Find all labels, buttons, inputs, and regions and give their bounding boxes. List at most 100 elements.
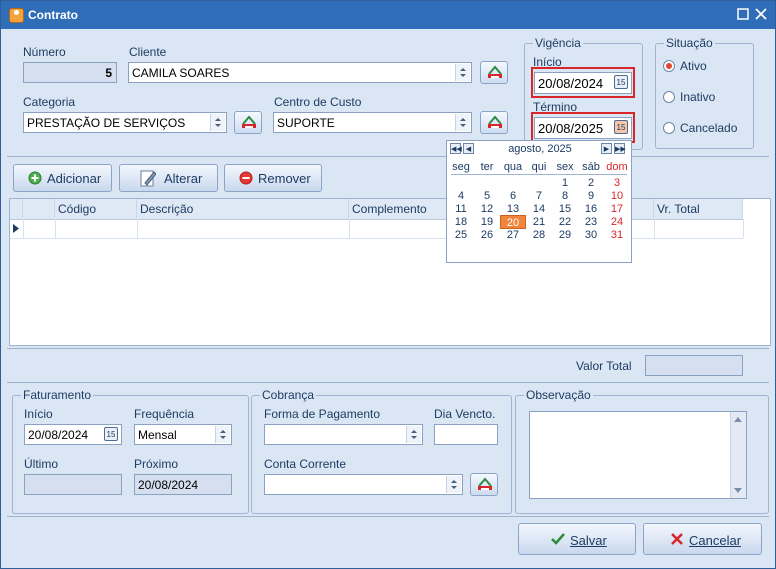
calendar-day[interactable]: 27 [500, 228, 526, 242]
radio-cancelado[interactable] [663, 122, 675, 134]
calendar-day[interactable]: 16 [578, 202, 604, 216]
col-codigo[interactable]: Código [55, 199, 137, 218]
calendar-day[interactable]: 29 [552, 228, 578, 242]
vigencia-termino-field[interactable]: 20/08/2025 15 [534, 117, 632, 139]
calendar-day[interactable]: 1 [552, 176, 578, 190]
spin-icon[interactable] [446, 476, 461, 493]
calendar-day[interactable]: 23 [578, 215, 604, 229]
lookup-icon [488, 115, 502, 128]
cliente-value: CAMILA SOARES [132, 66, 230, 80]
valor-total-label: Valor Total [576, 359, 632, 373]
observacao-memo[interactable] [529, 411, 747, 499]
calendar-day[interactable]: 13 [500, 202, 526, 216]
calendar-icon[interactable]: 15 [614, 120, 628, 134]
calendar-divider [451, 174, 627, 175]
conta-corrente-label: Conta Corrente [264, 457, 347, 471]
calendar-day[interactable]: 12 [474, 202, 500, 216]
calendar-day[interactable]: 19 [474, 215, 500, 229]
dia-vencto-field[interactable] [434, 424, 498, 445]
observacao-title: Observação [524, 388, 593, 402]
spin-icon[interactable] [455, 114, 470, 131]
fat-inicio-label: Início [24, 407, 53, 421]
calendar-day[interactable]: 8 [552, 189, 578, 203]
calendar-day[interactable]: 11 [448, 202, 474, 216]
calendar-day[interactable]: 31 [604, 228, 630, 242]
col-vr-total[interactable]: Vr. Total [654, 199, 743, 218]
calendar-day[interactable]: 7 [526, 189, 552, 203]
remover-label: Remover [258, 171, 311, 186]
fat-inicio-field[interactable]: 20/08/2024 15 [24, 424, 122, 445]
cliente-combo[interactable]: CAMILA SOARES [128, 62, 472, 83]
frequencia-combo[interactable]: Mensal [134, 424, 232, 445]
salvar-button[interactable]: Salvar [518, 523, 636, 555]
calendar-icon[interactable]: 15 [614, 75, 628, 89]
adicionar-label: Adicionar [47, 171, 102, 186]
valor-total-field [645, 355, 743, 376]
radio-ativo[interactable] [663, 60, 675, 72]
next-year-icon[interactable]: ▶▶ [614, 143, 626, 154]
calendar-day[interactable]: 26 [474, 228, 500, 242]
col-descricao[interactable]: Descrição [137, 199, 349, 218]
grid-header-blank [23, 199, 55, 218]
divider [7, 516, 769, 517]
calendar-day[interactable]: 15 [552, 202, 578, 216]
calendar-day[interactable]: 6 [500, 189, 526, 203]
check-icon [551, 533, 565, 545]
scroll-up-icon[interactable] [734, 417, 742, 422]
conta-corrente-lookup-button[interactable] [470, 473, 498, 496]
centro-custo-lookup-button[interactable] [480, 111, 508, 134]
radio-ativo-label[interactable]: Ativo [680, 59, 707, 73]
calendar-day[interactable]: 3 [604, 176, 630, 190]
calendar-day[interactable]: 4 [448, 189, 474, 203]
spin-icon[interactable] [455, 64, 470, 81]
add-icon [28, 171, 42, 185]
scroll-down-icon[interactable] [734, 488, 742, 493]
calendar-day[interactable]: 10 [604, 189, 630, 203]
calendar-popup[interactable]: ◀◀ ◀ agosto, 2025 ▶ ▶▶ seg ter qua qui sex sá… [446, 140, 632, 263]
situacao-title: Situação [664, 36, 715, 50]
calendar-day[interactable]: 24 [604, 215, 630, 229]
calendar-icon[interactable]: 15 [104, 427, 118, 441]
cliente-lookup-button[interactable] [480, 61, 508, 84]
maximize-icon[interactable] [735, 6, 751, 22]
calendar-weekday: sáb [582, 161, 600, 173]
spin-icon[interactable] [406, 426, 421, 443]
proximo-label: Próximo [134, 457, 179, 471]
centro-custo-label: Centro de Custo [274, 95, 362, 109]
categoria-label: Categoria [23, 95, 76, 109]
spin-icon[interactable] [210, 114, 225, 131]
calendar-day[interactable]: 30 [578, 228, 604, 242]
calendar-day[interactable]: 20 [500, 215, 526, 229]
observacao-scrollbar[interactable] [730, 412, 746, 498]
conta-corrente-combo[interactable] [264, 474, 463, 495]
calendar-day[interactable]: 28 [526, 228, 552, 242]
close-icon[interactable] [753, 6, 769, 22]
categoria-value: PRESTAÇÃO DE SERVIÇOS [27, 116, 186, 130]
calendar-day[interactable]: 18 [448, 215, 474, 229]
calendar-day[interactable]: 17 [604, 202, 630, 216]
radio-inativo[interactable] [663, 91, 675, 103]
cancelar-button[interactable]: Cancelar [643, 523, 762, 555]
lookup-icon [242, 115, 256, 128]
calendar-day[interactable]: 2 [578, 176, 604, 190]
spin-icon[interactable] [215, 426, 230, 443]
calendar-day[interactable]: 22 [552, 215, 578, 229]
calendar-day[interactable]: 9 [578, 189, 604, 203]
calendar-day[interactable]: 14 [526, 202, 552, 216]
forma-pagamento-combo[interactable] [264, 424, 423, 445]
vigencia-inicio-field[interactable]: 20/08/2024 15 [534, 72, 632, 94]
radio-cancelado-label[interactable]: Cancelado [680, 121, 737, 135]
items-grid[interactable]: Código Descrição Complemento Vr. Total [9, 198, 771, 346]
next-month-icon[interactable]: ▶ [601, 143, 612, 154]
table-row[interactable] [10, 219, 744, 239]
alterar-button[interactable]: Alterar [119, 164, 218, 192]
categoria-lookup-button[interactable] [234, 111, 262, 134]
calendar-day[interactable]: 21 [526, 215, 552, 229]
centro-custo-combo[interactable]: SUPORTE [273, 112, 472, 133]
categoria-combo[interactable]: PRESTAÇÃO DE SERVIÇOS [23, 112, 227, 133]
remover-button[interactable]: Remover [224, 164, 322, 192]
radio-inativo-label[interactable]: Inativo [680, 90, 715, 104]
adicionar-button[interactable]: Adicionar [13, 164, 112, 192]
calendar-day[interactable]: 25 [448, 228, 474, 242]
calendar-day[interactable]: 5 [474, 189, 500, 203]
